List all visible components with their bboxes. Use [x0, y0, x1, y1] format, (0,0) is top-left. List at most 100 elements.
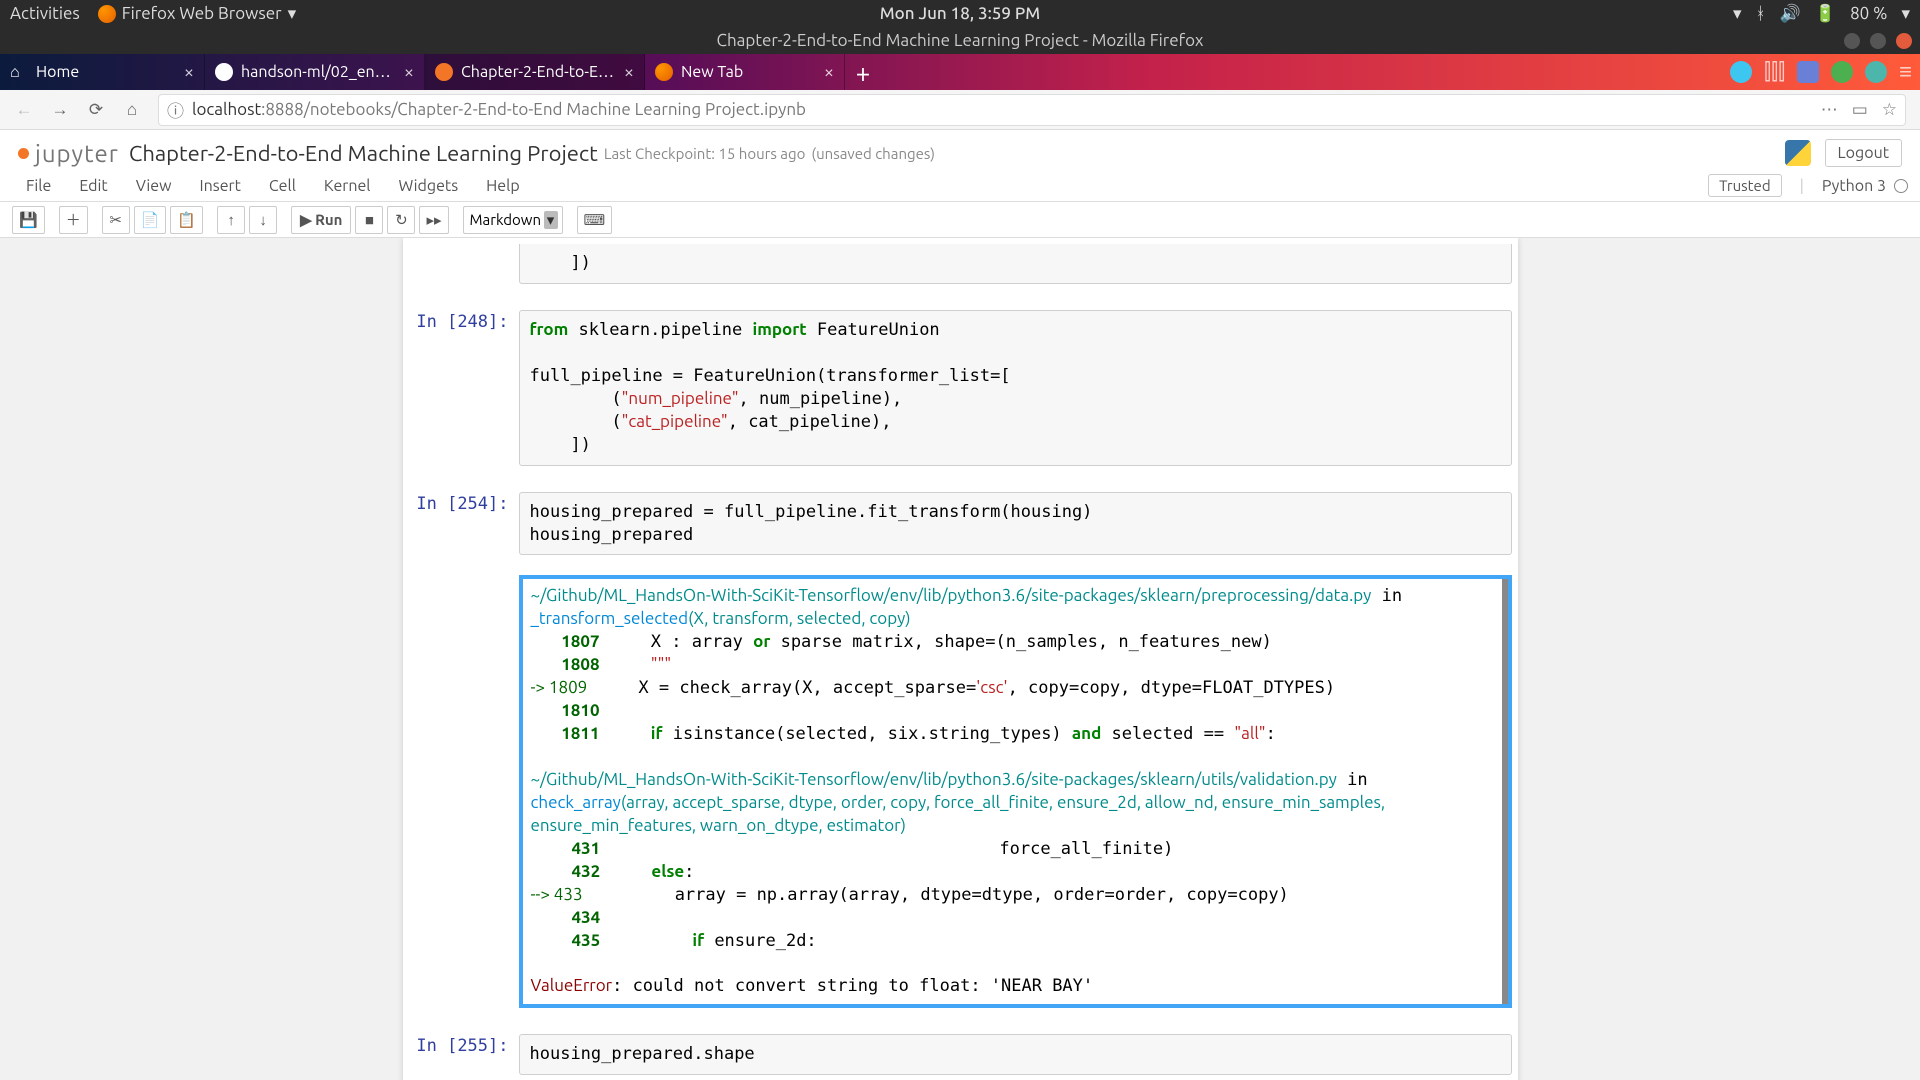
add-cell-button[interactable]: ＋ [59, 206, 88, 234]
kernel-indicator[interactable]: Python 3 [1822, 177, 1908, 195]
menu-edit[interactable]: Edit [65, 177, 121, 195]
menu-kernel[interactable]: Kernel [310, 177, 385, 195]
back-button[interactable]: ← [8, 94, 40, 126]
menu-file[interactable]: File [12, 177, 65, 195]
jupyter-logo[interactable]: jupyter [18, 140, 119, 167]
cell-input[interactable]: housing_prepared = full_pipeline.fit_tra… [519, 492, 1512, 556]
jupyter-logo-text: jupyter [35, 140, 119, 167]
firefox-icon [98, 5, 116, 23]
home-icon: ⌂ [10, 63, 28, 81]
bluetooth-icon[interactable]: ᚼ [1756, 4, 1766, 23]
jupyter-header: jupyter Chapter-2-End-to-End Machine Lea… [0, 130, 1920, 170]
trusted-badge[interactable]: Trusted [1708, 174, 1782, 197]
firefox-icon [655, 63, 673, 81]
close-icon[interactable]: × [624, 62, 634, 82]
cell-prompt [403, 569, 519, 1014]
code-cell-254[interactable]: In [254]: housing_prepared = full_pipeli… [403, 486, 1518, 562]
ext3-icon[interactable] [1831, 61, 1853, 83]
gnome-top-bar: Activities Firefox Web Browser ▾ Mon Jun… [0, 0, 1920, 27]
move-down-button[interactable]: ↓ [249, 206, 277, 234]
copy-button[interactable]: 📄 [134, 206, 167, 234]
tab-home[interactable]: ⌂ Home × [0, 54, 205, 90]
more-icon[interactable]: ⋯ [1821, 100, 1838, 120]
code-cell-fragment[interactable]: ]) [403, 238, 1518, 290]
menu-insert[interactable]: Insert [186, 177, 255, 195]
cell-prompt [403, 238, 519, 290]
battery-percent: 80 % [1850, 4, 1887, 23]
python-icon [1785, 140, 1811, 166]
kernel-name: Python 3 [1822, 177, 1886, 195]
traceback-output[interactable]: ~/Github/ML_HandsOn-With-SciKit-Tensorfl… [519, 575, 1512, 1008]
menu-widgets[interactable]: Widgets [385, 177, 473, 195]
url-host: localhost [192, 100, 261, 119]
restart-button[interactable]: ↻ [387, 206, 415, 234]
notebook-viewport[interactable]: ]) In [248]: from sklearn.pipeline impor… [0, 238, 1920, 1080]
home-button[interactable]: ⌂ [116, 94, 148, 126]
jupyter-menubar: File Edit View Insert Cell Kernel Widget… [0, 170, 1920, 202]
kernel-idle-icon [1894, 179, 1908, 193]
url-path: :8888/notebooks/Chapter-2-End-to-End Mac… [261, 100, 806, 119]
bookmark-icon[interactable]: ☆ [1882, 100, 1897, 120]
jupyter-toolbar: 💾 ＋ ✂ 📄 📋 ↑ ↓ ▶ Run ■ ↻ ▸▸ Markdown ⌨ [0, 202, 1920, 238]
battery-icon[interactable]: 🔋 [1815, 4, 1836, 24]
unsaved-text: (unsaved changes) [811, 145, 935, 162]
cell-input[interactable]: from sklearn.pipeline import FeatureUnio… [519, 310, 1512, 466]
menu-view[interactable]: View [122, 177, 186, 195]
notebook-title[interactable]: Chapter-2-End-to-End Machine Learning Pr… [129, 141, 598, 166]
close-icon[interactable]: × [824, 62, 834, 82]
close-icon[interactable]: × [184, 62, 194, 82]
celltype-select[interactable]: Markdown [463, 206, 563, 234]
window-maximize-button[interactable] [1870, 33, 1886, 49]
new-tab-button[interactable]: + [845, 54, 881, 90]
menu-cell[interactable]: Cell [255, 177, 310, 195]
jupyter-logo-icon [18, 148, 29, 159]
celltype-value: Markdown [470, 211, 542, 228]
menu-help[interactable]: Help [472, 177, 534, 195]
ext4-icon[interactable] [1865, 61, 1887, 83]
ext2-icon[interactable] [1797, 61, 1819, 83]
github-icon [215, 63, 233, 81]
command-palette-button[interactable]: ⌨ [577, 206, 613, 234]
info-icon[interactable]: ⓘ [167, 97, 184, 122]
run-button[interactable]: ▶ Run [291, 206, 351, 234]
tab-label: Chapter-2-End-to-End M [461, 63, 618, 81]
tab-label: handson-ml/02_end_to [241, 63, 398, 81]
activities-button[interactable]: Activities [10, 4, 80, 23]
menu-icon[interactable]: ≡ [1899, 59, 1912, 85]
save-button[interactable]: 💾 [12, 206, 45, 234]
window-close-button[interactable] [1896, 33, 1912, 49]
forward-button[interactable]: → [44, 94, 76, 126]
interrupt-button[interactable]: ■ [355, 206, 383, 234]
window-minimize-button[interactable] [1844, 33, 1860, 49]
cell-input[interactable]: housing_prepared.shape [519, 1034, 1512, 1075]
reader-icon[interactable]: ▭ [1852, 100, 1868, 120]
output-cell-254: ~/Github/ML_HandsOn-With-SciKit-Tensorfl… [403, 569, 1518, 1014]
checkpoint-text: Last Checkpoint: 15 hours ago [604, 145, 806, 162]
library-icon[interactable]: ⫿⫿⫿ [1764, 59, 1785, 85]
volume-icon[interactable]: 🔊 [1780, 4, 1801, 24]
tab-label: Home [36, 63, 178, 81]
chevron-down-icon[interactable]: ▾ [1901, 4, 1910, 24]
close-icon[interactable]: × [404, 62, 414, 82]
url-bar[interactable]: ⓘ localhost :8888/notebooks/Chapter-2-En… [158, 94, 1906, 126]
tab-github[interactable]: handson-ml/02_end_to × [205, 54, 425, 90]
active-app[interactable]: Firefox Web Browser ▾ [98, 4, 296, 24]
tab-jupyter[interactable]: Chapter-2-End-to-End M × [425, 54, 645, 90]
code-cell-255[interactable]: In [255]: housing_prepared.shape [403, 1028, 1518, 1080]
tab-label: New Tab [681, 63, 818, 81]
cut-button[interactable]: ✂ [102, 206, 130, 234]
wifi-icon[interactable]: ▾ [1733, 4, 1742, 24]
jupyter-icon [435, 63, 453, 81]
restart-run-all-button[interactable]: ▸▸ [419, 206, 448, 234]
cell-prompt: In [254]: [403, 486, 519, 562]
clock[interactable]: Mon Jun 18, 3:59 PM [880, 4, 1040, 23]
tab-newtab[interactable]: New Tab × [645, 54, 845, 90]
reload-button[interactable]: ⟳ [80, 94, 112, 126]
logout-button[interactable]: Logout [1825, 139, 1903, 167]
code-cell-248[interactable]: In [248]: from sklearn.pipeline import F… [403, 304, 1518, 472]
move-up-button[interactable]: ↑ [217, 206, 245, 234]
paste-button[interactable]: 📋 [170, 206, 203, 234]
cell-input[interactable]: ]) [519, 244, 1512, 284]
ext1-icon[interactable] [1730, 61, 1752, 83]
firefox-toolbar: ← → ⟳ ⌂ ⓘ localhost :8888/notebooks/Chap… [0, 90, 1920, 130]
